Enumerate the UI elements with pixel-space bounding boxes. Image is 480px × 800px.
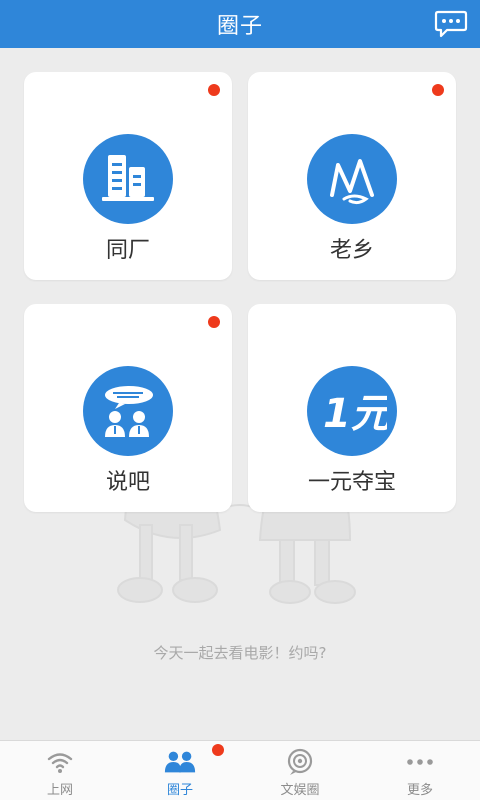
nav-item-more[interactable]: 更多 xyxy=(360,741,480,800)
bottom-navigation: 上网 圈子 文娱圈 更多 xyxy=(0,740,480,800)
nav-dot-badge xyxy=(212,744,224,756)
page-title: 圈子 xyxy=(216,14,263,39)
app-screen: 圈子 今天一起去看电影！约吗? 同厂 老乡 说吧 1元 一元夺宝 上网 圈子 文… xyxy=(0,0,480,800)
card-label: 说吧 xyxy=(105,470,150,495)
card-hometown[interactable]: 老乡 xyxy=(248,72,456,280)
header-bar: 圈子 xyxy=(0,0,480,48)
new-dot-badge xyxy=(432,84,444,96)
svg-text:1元: 1元 xyxy=(323,391,387,437)
people-icon xyxy=(163,747,197,777)
new-dot-badge xyxy=(208,84,220,96)
chat-bubble-icon xyxy=(434,10,468,38)
card-same-factory[interactable]: 同厂 xyxy=(24,72,232,280)
card-label: 老乡 xyxy=(329,238,374,263)
nav-label: 圈子 xyxy=(166,783,193,798)
nav-label: 上网 xyxy=(46,783,73,798)
hometown-mountain-icon xyxy=(330,159,374,205)
card-icon-circle xyxy=(307,134,397,224)
nav-item-internet[interactable]: 上网 xyxy=(0,741,120,800)
nav-label: 文娱圈 xyxy=(280,783,320,798)
one-yuan-icon: 1元 xyxy=(323,391,387,437)
card-talk[interactable]: 说吧 xyxy=(24,304,232,512)
card-one-yuan-treasure[interactable]: 1元 一元夺宝 xyxy=(248,304,456,512)
new-dot-badge xyxy=(208,316,220,328)
card-label: 同厂 xyxy=(105,238,150,263)
card-icon-circle xyxy=(83,134,173,224)
factory-buildings-icon xyxy=(102,155,154,201)
nav-item-circle[interactable]: 圈子 xyxy=(120,741,240,800)
background-caption: 今天一起去看电影！约吗? xyxy=(153,644,327,662)
talk-people-icon xyxy=(105,386,153,437)
wifi-icon xyxy=(43,747,77,777)
card-icon-circle: 1元 xyxy=(307,366,397,456)
card-icon-circle xyxy=(83,366,173,456)
nav-item-entertainment[interactable]: 文娱圈 xyxy=(240,741,360,800)
card-label: 一元夺宝 xyxy=(307,470,396,495)
message-button[interactable] xyxy=(434,9,468,39)
camera-target-icon xyxy=(283,747,317,777)
nav-label: 更多 xyxy=(406,783,433,798)
more-dots-icon xyxy=(403,747,437,777)
